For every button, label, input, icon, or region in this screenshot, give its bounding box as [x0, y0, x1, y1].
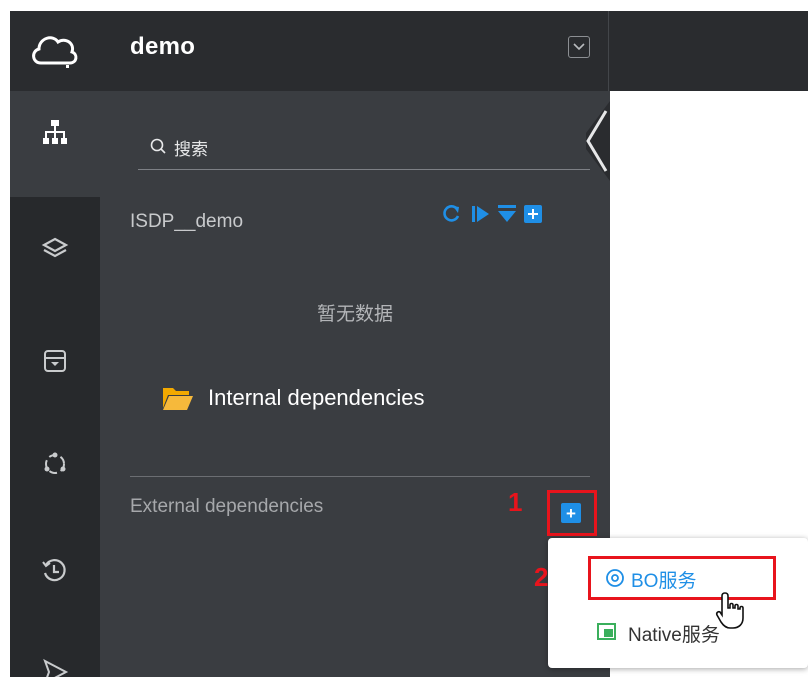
- project-dropdown[interactable]: [568, 36, 590, 58]
- send-icon: [43, 658, 69, 677]
- rail-item-nodes[interactable]: [40, 449, 70, 479]
- rail-item-send[interactable]: [40, 656, 70, 677]
- add-service-menu: 2 BO服务 Native服务: [534, 538, 808, 668]
- icon-rail: [10, 91, 100, 677]
- section-divider: [130, 476, 590, 477]
- play-icon: [472, 206, 489, 222]
- top-bar: demo: [10, 11, 808, 91]
- collapse-panel-handle[interactable]: [580, 101, 610, 181]
- step-marker-2: 2: [534, 562, 549, 592]
- cloud-logo-icon: [32, 36, 78, 68]
- hand-pointer-icon: [715, 592, 744, 629]
- native-service-icon: [597, 623, 616, 640]
- play-button[interactable]: [470, 203, 492, 230]
- internal-dependencies-label: Internal dependencies: [208, 385, 425, 410]
- rail-item-archive[interactable]: [40, 346, 70, 376]
- app-title: demo: [130, 33, 196, 60]
- collapse-icon: [498, 205, 516, 222]
- history-icon: [42, 559, 66, 582]
- app-window: demo 搜索 ISDP__demo 暂无数据 Internal depende…: [10, 11, 808, 677]
- empty-state-text: 暂无数据: [316, 304, 393, 325]
- rail-item-structure[interactable]: [40, 117, 70, 147]
- nodes-icon: [44, 452, 66, 474]
- add-icon: [524, 205, 542, 223]
- folder-open-icon: [163, 388, 193, 410]
- search-box[interactable]: 搜索: [138, 121, 590, 170]
- internal-dependencies-node[interactable]: Internal dependencies: [162, 385, 425, 415]
- project-add-button[interactable]: [522, 203, 544, 230]
- header-divider: [608, 11, 609, 91]
- search-placeholder: 搜索: [174, 140, 208, 159]
- refresh-button[interactable]: [440, 203, 462, 230]
- archive-download-icon: [44, 350, 66, 372]
- menu-item-label: Native服务: [628, 625, 720, 646]
- menu-item-label: BO服务: [631, 571, 697, 592]
- external-add-button-highlight[interactable]: +: [547, 490, 597, 536]
- chevron-down-icon: [573, 43, 585, 51]
- sitemap-icon: [43, 120, 67, 144]
- project-name: ISDP__demo: [130, 211, 244, 232]
- collapse-button[interactable]: [496, 203, 518, 230]
- layers-icon: [41, 237, 69, 258]
- add-icon: +: [561, 503, 581, 523]
- refresh-icon: [443, 205, 460, 222]
- rail-item-history[interactable]: [40, 556, 70, 586]
- step-marker-1: 1: [508, 487, 523, 517]
- rail-item-layers[interactable]: [40, 234, 70, 264]
- external-dependencies-label: External dependencies: [130, 496, 324, 517]
- bo-service-icon: [606, 569, 624, 587]
- search-icon: [150, 138, 166, 154]
